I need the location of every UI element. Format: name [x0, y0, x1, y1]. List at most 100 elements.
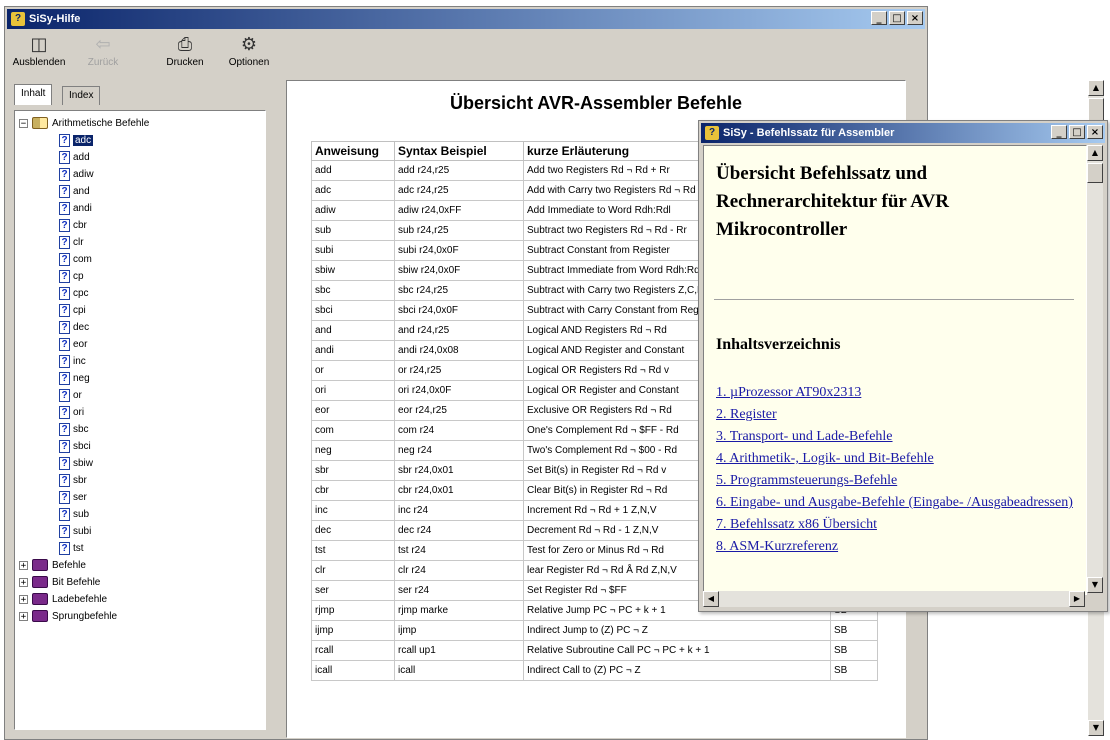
popup-scroll-right-button[interactable]: ▶ — [1069, 591, 1085, 607]
tree-item-dec[interactable]: ? dec — [59, 319, 89, 336]
popup-minimize-button[interactable]: _ — [1051, 125, 1067, 139]
popup-close-button[interactable]: × — [1087, 125, 1103, 139]
table-cell: Indirect Call to (Z) PC ¬ Z — [523, 660, 831, 681]
tree-item-and[interactable]: ? and — [59, 183, 90, 200]
table-cell: eor r24,r25 — [394, 400, 524, 421]
tree-item-subi[interactable]: ? subi — [59, 523, 91, 540]
tree-item-label: dec — [73, 322, 90, 333]
options-button[interactable]: ⚙ Optionen — [219, 33, 279, 68]
toc-link[interactable]: 8. ASM-Kurzreferenz — [716, 536, 1076, 558]
minimize-button[interactable]: _ — [871, 11, 887, 25]
tree-item-label: neg — [73, 373, 90, 384]
scroll-down-button[interactable]: ▼ — [1088, 720, 1104, 736]
table-cell: rjmp marke — [394, 600, 524, 621]
column-header: Syntax Beispiel — [394, 141, 524, 161]
collapse-icon[interactable]: − — [19, 118, 28, 128]
popup-vertical-scrollbar[interactable]: ▲ ▼ — [1087, 145, 1103, 593]
expand-icon[interactable]: + — [19, 560, 28, 570]
toc-link[interactable]: 4. Arithmetik-, Logik- und Bit-Befehle — [716, 448, 1076, 470]
tree-item-or[interactable]: ? or — [59, 387, 82, 404]
tree-item-sub[interactable]: ? sub — [59, 506, 89, 523]
help-page-icon: ? — [59, 507, 70, 521]
tree-item-cpi[interactable]: ? cpi — [59, 302, 86, 319]
tree-folder-ladebefehle[interactable]: + Ladebefehle — [19, 591, 107, 608]
tree-item-adiw[interactable]: ? adiw — [59, 166, 94, 183]
table-cell: tst — [311, 540, 395, 561]
tree-folder-sprungbefehle[interactable]: + Sprungbefehle — [19, 608, 117, 625]
tree-item-ser[interactable]: ? ser — [59, 489, 87, 506]
tree-item-sbci[interactable]: ? sbci — [59, 438, 91, 455]
tree-item-sbiw[interactable]: ? sbiw — [59, 455, 93, 472]
tree-item-adc[interactable]: ? adc — [59, 132, 94, 149]
expand-icon[interactable]: + — [19, 577, 28, 587]
popup-titlebar[interactable]: ? SiSy - Befehlssatz für Assembler _ □ × — [701, 123, 1105, 143]
popup-scroll-left-button[interactable]: ◀ — [703, 591, 719, 607]
expand-icon[interactable]: + — [19, 594, 28, 604]
table-cell: adc r24,r25 — [394, 180, 524, 201]
table-cell: inc r24 — [394, 500, 524, 521]
tree-item-label: ser — [73, 492, 87, 503]
tree-folder-arithmetic[interactable]: − Arithmetische Befehle — [19, 115, 149, 132]
toc-link[interactable]: 7. Befehlssatz x86 Übersicht — [716, 514, 1076, 536]
scroll-up-button[interactable]: ▲ — [1088, 80, 1104, 96]
tree-item-label: inc — [73, 356, 86, 367]
print-button[interactable]: ⎙ Drucken — [155, 33, 215, 68]
tree-item-cbr[interactable]: ? cbr — [59, 217, 87, 234]
tree-folder-label: Ladebefehle — [52, 594, 108, 605]
options-button-label: Optionen — [228, 57, 270, 68]
table-cell: Relative Subroutine Call PC ¬ PC + k + 1 — [523, 640, 831, 661]
popup-scroll-up-button[interactable]: ▲ — [1087, 145, 1103, 161]
tree-folder-bit-befehle[interactable]: + Bit Befehle — [19, 574, 100, 591]
tree-item-sbr[interactable]: ? sbr — [59, 472, 87, 489]
tree-item-label: add — [73, 152, 90, 163]
tree-item-cp[interactable]: ? cp — [59, 268, 84, 285]
popup-heading: Übersicht Befehlssatz und Rechnerarchite… — [716, 163, 949, 240]
tree-item-eor[interactable]: ? eor — [59, 336, 87, 353]
close-button[interactable]: × — [907, 11, 923, 25]
table-cell: com r24 — [394, 420, 524, 441]
popup-scroll-down-button[interactable]: ▼ — [1087, 577, 1103, 593]
help-page-icon: ? — [59, 303, 70, 317]
tree-item-label: tst — [73, 543, 84, 554]
toc-link[interactable]: 2. Register — [716, 404, 1076, 426]
document-title: Übersicht AVR-Assembler Befehle — [449, 93, 743, 113]
table-cell: sbc r24,r25 — [394, 280, 524, 301]
tree-item-cpc[interactable]: ? cpc — [59, 285, 89, 302]
tab-index[interactable]: Index — [62, 86, 101, 105]
toc-link[interactable]: 1. µProzessor AT90x2313 — [716, 382, 1076, 404]
main-titlebar[interactable]: ? SiSy-Hilfe _ □ × — [7, 9, 925, 29]
tree-item-sbc[interactable]: ? sbc — [59, 421, 89, 438]
app-help-icon: ? — [705, 126, 719, 140]
tree-item-com[interactable]: ? com — [59, 251, 92, 268]
tree-item-andi[interactable]: ? andi — [59, 200, 92, 217]
help-page-icon: ? — [59, 422, 70, 436]
tree-item-clr[interactable]: ? clr — [59, 234, 84, 251]
tree-item-add[interactable]: ? add — [59, 149, 90, 166]
tab-contents[interactable]: Inhalt — [14, 84, 53, 105]
table-cell: tst r24 — [394, 540, 524, 561]
tree-item-tst[interactable]: ? tst — [59, 540, 84, 557]
popup-scroll-thumb[interactable] — [1087, 163, 1103, 183]
tree-folder-label: Bit Befehle — [52, 577, 101, 588]
navigation-pane: Inhalt Index − Arithmetische Befehle? adc?… — [4, 80, 274, 736]
tree-folder-befehle[interactable]: + Befehle — [19, 557, 86, 574]
closed-book-icon — [32, 610, 48, 623]
expand-icon[interactable]: + — [19, 611, 28, 621]
popup-horizontal-scrollbar[interactable]: ◀ ▶ — [703, 591, 1085, 607]
toc-link[interactable]: 3. Transport- und Lade-Befehle — [716, 426, 1076, 448]
maximize-button[interactable]: □ — [889, 11, 905, 25]
tree-item-inc[interactable]: ? inc — [59, 353, 86, 370]
tree-item-neg[interactable]: ? neg — [59, 370, 90, 387]
hide-button[interactable]: ◫ Ausblenden — [9, 33, 69, 68]
back-button[interactable]: ⇦ Zurück — [73, 33, 133, 68]
help-page-icon: ? — [59, 269, 70, 283]
table-cell: or r24,r25 — [394, 360, 524, 381]
table-cell: clr r24 — [394, 560, 524, 581]
closed-book-icon — [32, 576, 48, 589]
help-page-icon: ? — [59, 252, 70, 266]
tree-item-ori[interactable]: ? ori — [59, 404, 84, 421]
help-page-icon: ? — [59, 439, 70, 453]
popup-maximize-button[interactable]: □ — [1069, 125, 1085, 139]
toc-link[interactable]: 6. Eingabe- und Ausgabe-Befehle (Eingabe… — [716, 492, 1076, 514]
toc-link[interactable]: 5. Programmsteuerungs-Befehle — [716, 470, 1076, 492]
